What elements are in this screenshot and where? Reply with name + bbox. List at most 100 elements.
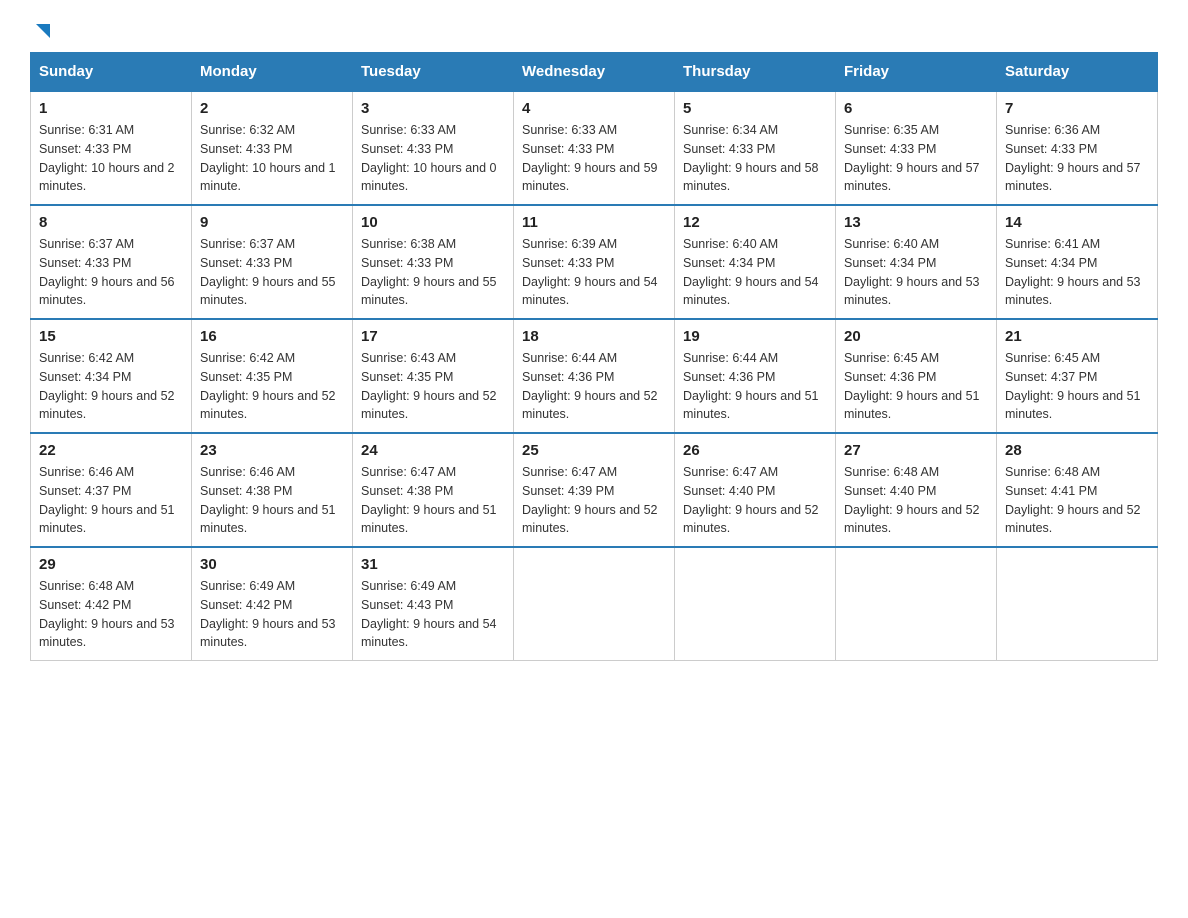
calendar-cell: 20 Sunrise: 6:45 AMSunset: 4:36 PMDaylig… [836,319,997,433]
day-number: 17 [361,328,505,345]
calendar-cell: 18 Sunrise: 6:44 AMSunset: 4:36 PMDaylig… [514,319,675,433]
day-info: Sunrise: 6:37 AMSunset: 4:33 PMDaylight:… [200,235,344,310]
calendar-cell: 21 Sunrise: 6:45 AMSunset: 4:37 PMDaylig… [997,319,1158,433]
day-number: 16 [200,328,344,345]
weekday-header-friday: Friday [836,53,997,92]
weekday-header-monday: Monday [192,53,353,92]
day-info: Sunrise: 6:33 AMSunset: 4:33 PMDaylight:… [361,121,505,196]
calendar-cell [514,547,675,661]
day-info: Sunrise: 6:48 AMSunset: 4:41 PMDaylight:… [1005,463,1149,538]
day-info: Sunrise: 6:36 AMSunset: 4:33 PMDaylight:… [1005,121,1149,196]
calendar-cell: 22 Sunrise: 6:46 AMSunset: 4:37 PMDaylig… [31,433,192,547]
day-info: Sunrise: 6:45 AMSunset: 4:37 PMDaylight:… [1005,349,1149,424]
day-info: Sunrise: 6:47 AMSunset: 4:40 PMDaylight:… [683,463,827,538]
day-number: 28 [1005,442,1149,459]
day-info: Sunrise: 6:45 AMSunset: 4:36 PMDaylight:… [844,349,988,424]
calendar-cell: 13 Sunrise: 6:40 AMSunset: 4:34 PMDaylig… [836,205,997,319]
calendar-cell: 29 Sunrise: 6:48 AMSunset: 4:42 PMDaylig… [31,547,192,661]
weekday-header-tuesday: Tuesday [353,53,514,92]
day-number: 23 [200,442,344,459]
day-info: Sunrise: 6:34 AMSunset: 4:33 PMDaylight:… [683,121,827,196]
day-number: 12 [683,214,827,231]
weekday-header-thursday: Thursday [675,53,836,92]
calendar-cell: 19 Sunrise: 6:44 AMSunset: 4:36 PMDaylig… [675,319,836,433]
calendar-cell: 7 Sunrise: 6:36 AMSunset: 4:33 PMDayligh… [997,91,1158,205]
calendar-cell: 5 Sunrise: 6:34 AMSunset: 4:33 PMDayligh… [675,91,836,205]
day-info: Sunrise: 6:44 AMSunset: 4:36 PMDaylight:… [683,349,827,424]
logo-triangle-icon [32,20,54,42]
calendar-cell: 8 Sunrise: 6:37 AMSunset: 4:33 PMDayligh… [31,205,192,319]
weekday-header-row: SundayMondayTuesdayWednesdayThursdayFrid… [31,53,1158,92]
day-number: 18 [522,328,666,345]
day-number: 25 [522,442,666,459]
day-info: Sunrise: 6:35 AMSunset: 4:33 PMDaylight:… [844,121,988,196]
calendar-cell: 28 Sunrise: 6:48 AMSunset: 4:41 PMDaylig… [997,433,1158,547]
calendar-cell [836,547,997,661]
day-number: 4 [522,100,666,117]
logo [30,20,54,42]
calendar-cell: 11 Sunrise: 6:39 AMSunset: 4:33 PMDaylig… [514,205,675,319]
calendar-cell: 16 Sunrise: 6:42 AMSunset: 4:35 PMDaylig… [192,319,353,433]
calendar-cell: 26 Sunrise: 6:47 AMSunset: 4:40 PMDaylig… [675,433,836,547]
calendar-cell: 24 Sunrise: 6:47 AMSunset: 4:38 PMDaylig… [353,433,514,547]
day-number: 3 [361,100,505,117]
day-number: 27 [844,442,988,459]
day-info: Sunrise: 6:39 AMSunset: 4:33 PMDaylight:… [522,235,666,310]
calendar-cell [997,547,1158,661]
weekday-header-sunday: Sunday [31,53,192,92]
calendar-table: SundayMondayTuesdayWednesdayThursdayFrid… [30,52,1158,661]
day-number: 26 [683,442,827,459]
page-header [30,20,1158,42]
calendar-cell: 31 Sunrise: 6:49 AMSunset: 4:43 PMDaylig… [353,547,514,661]
calendar-cell: 17 Sunrise: 6:43 AMSunset: 4:35 PMDaylig… [353,319,514,433]
day-info: Sunrise: 6:47 AMSunset: 4:39 PMDaylight:… [522,463,666,538]
day-number: 22 [39,442,183,459]
day-number: 10 [361,214,505,231]
day-info: Sunrise: 6:41 AMSunset: 4:34 PMDaylight:… [1005,235,1149,310]
calendar-cell: 15 Sunrise: 6:42 AMSunset: 4:34 PMDaylig… [31,319,192,433]
day-info: Sunrise: 6:46 AMSunset: 4:37 PMDaylight:… [39,463,183,538]
day-number: 2 [200,100,344,117]
weekday-header-saturday: Saturday [997,53,1158,92]
day-number: 15 [39,328,183,345]
day-number: 31 [361,556,505,573]
day-number: 9 [200,214,344,231]
day-number: 20 [844,328,988,345]
day-info: Sunrise: 6:48 AMSunset: 4:42 PMDaylight:… [39,577,183,652]
day-number: 13 [844,214,988,231]
calendar-cell: 9 Sunrise: 6:37 AMSunset: 4:33 PMDayligh… [192,205,353,319]
day-info: Sunrise: 6:42 AMSunset: 4:35 PMDaylight:… [200,349,344,424]
day-number: 19 [683,328,827,345]
day-number: 14 [1005,214,1149,231]
calendar-cell: 1 Sunrise: 6:31 AMSunset: 4:33 PMDayligh… [31,91,192,205]
day-number: 24 [361,442,505,459]
calendar-week-row-2: 8 Sunrise: 6:37 AMSunset: 4:33 PMDayligh… [31,205,1158,319]
calendar-cell: 23 Sunrise: 6:46 AMSunset: 4:38 PMDaylig… [192,433,353,547]
day-info: Sunrise: 6:47 AMSunset: 4:38 PMDaylight:… [361,463,505,538]
day-number: 7 [1005,100,1149,117]
day-info: Sunrise: 6:38 AMSunset: 4:33 PMDaylight:… [361,235,505,310]
day-info: Sunrise: 6:49 AMSunset: 4:43 PMDaylight:… [361,577,505,652]
calendar-cell: 10 Sunrise: 6:38 AMSunset: 4:33 PMDaylig… [353,205,514,319]
calendar-cell: 6 Sunrise: 6:35 AMSunset: 4:33 PMDayligh… [836,91,997,205]
calendar-cell: 2 Sunrise: 6:32 AMSunset: 4:33 PMDayligh… [192,91,353,205]
day-number: 6 [844,100,988,117]
calendar-cell: 14 Sunrise: 6:41 AMSunset: 4:34 PMDaylig… [997,205,1158,319]
calendar-cell: 12 Sunrise: 6:40 AMSunset: 4:34 PMDaylig… [675,205,836,319]
day-number: 29 [39,556,183,573]
day-info: Sunrise: 6:48 AMSunset: 4:40 PMDaylight:… [844,463,988,538]
calendar-cell: 3 Sunrise: 6:33 AMSunset: 4:33 PMDayligh… [353,91,514,205]
calendar-week-row-3: 15 Sunrise: 6:42 AMSunset: 4:34 PMDaylig… [31,319,1158,433]
day-info: Sunrise: 6:40 AMSunset: 4:34 PMDaylight:… [683,235,827,310]
calendar-cell: 30 Sunrise: 6:49 AMSunset: 4:42 PMDaylig… [192,547,353,661]
day-number: 8 [39,214,183,231]
day-number: 5 [683,100,827,117]
day-info: Sunrise: 6:37 AMSunset: 4:33 PMDaylight:… [39,235,183,310]
day-info: Sunrise: 6:42 AMSunset: 4:34 PMDaylight:… [39,349,183,424]
day-info: Sunrise: 6:46 AMSunset: 4:38 PMDaylight:… [200,463,344,538]
calendar-cell [675,547,836,661]
calendar-cell: 27 Sunrise: 6:48 AMSunset: 4:40 PMDaylig… [836,433,997,547]
day-info: Sunrise: 6:31 AMSunset: 4:33 PMDaylight:… [39,121,183,196]
day-info: Sunrise: 6:32 AMSunset: 4:33 PMDaylight:… [200,121,344,196]
logo-icon [30,20,54,42]
